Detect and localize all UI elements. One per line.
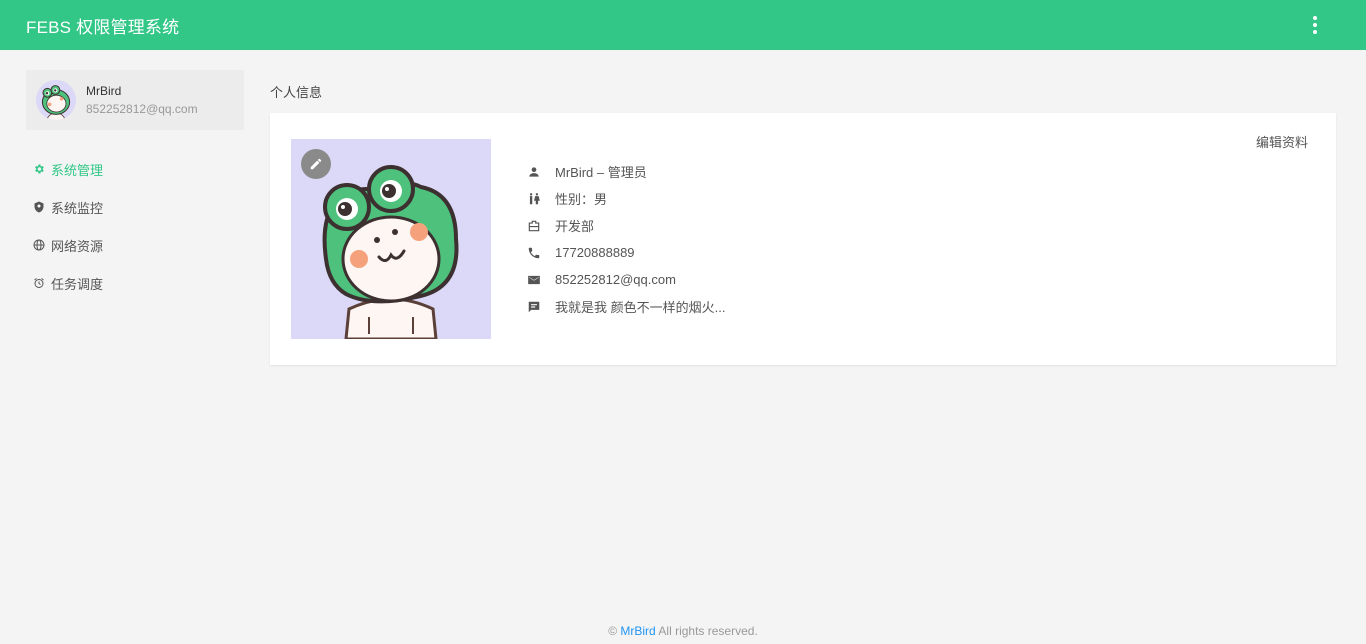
- info-description: 我就是我 颜色不一样的烟火...: [527, 293, 725, 320]
- info-name-role: MrBird – 管理员: [527, 158, 725, 185]
- avatar: [36, 80, 76, 120]
- edit-profile-button[interactable]: 编辑资料: [1256, 132, 1308, 151]
- briefcase-icon: [527, 219, 541, 233]
- sidebar-item-system-management[interactable]: 系统管理: [26, 150, 244, 188]
- info-phone: 17720888889: [527, 239, 725, 266]
- profile-panel: 编辑资料 MrBird – 管理员 性别：男 开发部 17720888889 8…: [270, 113, 1336, 365]
- top-bar: FEBS 权限管理系统: [0, 0, 1366, 50]
- phone-icon: [527, 246, 541, 260]
- sidebar-item-label: 系统监控: [51, 200, 104, 216]
- info-department: 开发部: [527, 212, 725, 239]
- page-title: 个人信息: [270, 85, 323, 100]
- user-name: MrBird: [86, 84, 122, 98]
- alarm-icon: [33, 277, 45, 289]
- info-gender: 性别：男: [527, 185, 725, 212]
- copyright-symbol: ©: [608, 624, 618, 638]
- shield-icon: [33, 201, 45, 213]
- sidebar-item-label: 系统管理: [51, 162, 104, 178]
- comment-icon: [527, 300, 541, 314]
- app-title: FEBS 权限管理系统: [26, 17, 180, 37]
- info-email: 852252812@qq.com: [527, 266, 725, 293]
- edit-avatar-button[interactable]: [301, 149, 331, 179]
- sidebar-item-network-resources[interactable]: 网络资源: [26, 226, 244, 264]
- profile-info-list: MrBird – 管理员 性别：男 开发部 17720888889 852252…: [527, 158, 725, 320]
- sidebar-nav: 系统管理 系统监控 网络资源 任务调度: [26, 150, 244, 302]
- wc-icon: [527, 192, 541, 206]
- pencil-icon: [310, 158, 322, 170]
- user-card[interactable]: MrBird 852252812@qq.com: [26, 70, 244, 130]
- profile-avatar: [291, 139, 491, 339]
- user-email: 852252812@qq.com: [86, 102, 198, 116]
- footer-link[interactable]: MrBird: [620, 624, 655, 638]
- footer-text: All rights reserved.: [658, 624, 758, 638]
- globe-icon: [33, 239, 45, 251]
- sidebar-item-system-monitor[interactable]: 系统监控: [26, 188, 244, 226]
- sidebar-item-task-scheduling[interactable]: 任务调度: [26, 264, 244, 302]
- sidebar-item-label: 任务调度: [51, 276, 104, 292]
- sidebar-item-label: 网络资源: [51, 238, 104, 254]
- gear-icon: [33, 163, 45, 175]
- person-icon: [527, 165, 541, 179]
- mail-icon: [527, 273, 541, 287]
- footer: © MrBird All rights reserved.: [0, 624, 1366, 638]
- more-vert-icon[interactable]: [1304, 16, 1326, 34]
